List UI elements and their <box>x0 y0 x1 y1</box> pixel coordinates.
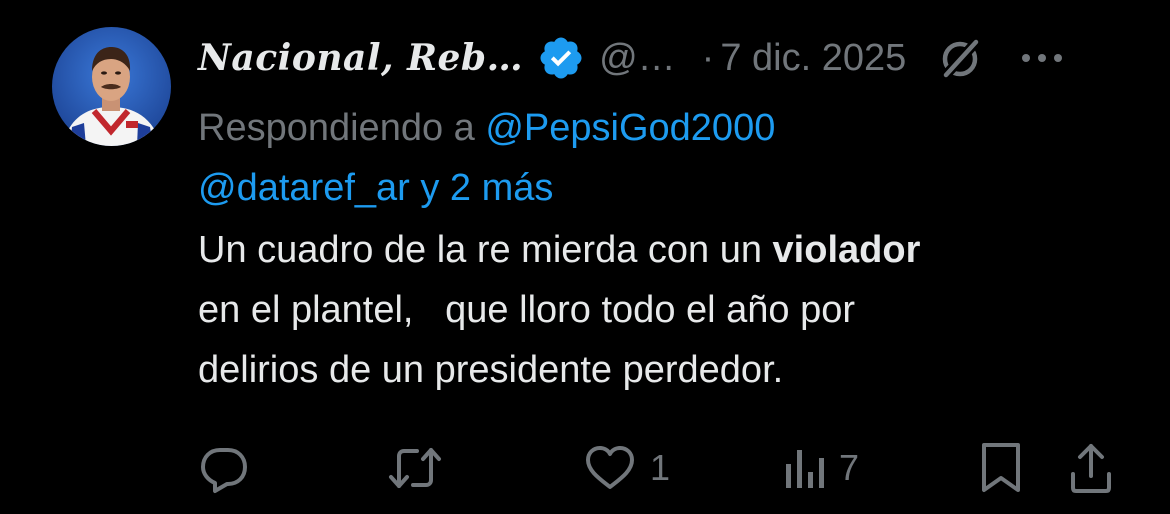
bookmark-icon <box>978 440 1024 496</box>
mention-pepsigod2000[interactable]: @PepsiGod2000 <box>485 107 775 149</box>
tweet-text-line2: en el plantel, que lloro todo el año por <box>198 289 856 331</box>
avatar-image <box>52 27 171 146</box>
tweet-header: Nacional, Reb… @… · 7 dic. 2025 <box>198 30 1138 86</box>
grok-icon[interactable] <box>934 32 986 84</box>
views-button[interactable]: 7 <box>783 438 859 498</box>
action-bar: 1 7 <box>0 438 1170 498</box>
tweet[interactable]: Nacional, Reb… @… · 7 dic. 2025 Respondi… <box>0 0 1170 514</box>
mention-dataref-ar[interactable]: @dataref_ar <box>198 167 410 209</box>
header-separator: · <box>701 36 715 79</box>
mention-more[interactable]: y 2 más <box>420 167 553 209</box>
author-display-name[interactable]: Nacional, Reb… <box>198 37 523 79</box>
views-icon <box>783 442 827 494</box>
heart-icon <box>582 442 638 494</box>
share-button[interactable] <box>1068 438 1114 498</box>
tweet-date[interactable]: 7 dic. 2025 <box>720 37 906 80</box>
views-count: 7 <box>839 447 860 488</box>
tweet-text-line1: Un cuadro de la re mierda con un <box>198 229 773 271</box>
tweet-text-bold: violador <box>772 229 921 271</box>
reply-icon <box>198 442 250 494</box>
bookmark-button[interactable] <box>978 438 1024 498</box>
like-count: 1 <box>650 447 671 488</box>
share-icon <box>1068 440 1114 496</box>
retweet-icon <box>387 442 443 494</box>
avatar[interactable] <box>52 27 171 146</box>
like-button[interactable]: 1 <box>582 438 670 498</box>
more-icon[interactable] <box>1020 48 1064 68</box>
tweet-text-line3: delirios de un presidente perdedor. <box>198 349 784 391</box>
tweet-text: Un cuadro de la re mierda con un violado… <box>198 220 1098 400</box>
reply-button[interactable] <box>198 438 262 498</box>
verified-badge-icon <box>537 34 585 82</box>
replying-prefix: Respondiendo a <box>198 107 475 149</box>
replying-to: Respondiendo a @PepsiGod2000 @dataref_ar… <box>198 98 1098 218</box>
author-handle[interactable]: @… <box>599 37 676 80</box>
retweet-button[interactable] <box>387 438 455 498</box>
